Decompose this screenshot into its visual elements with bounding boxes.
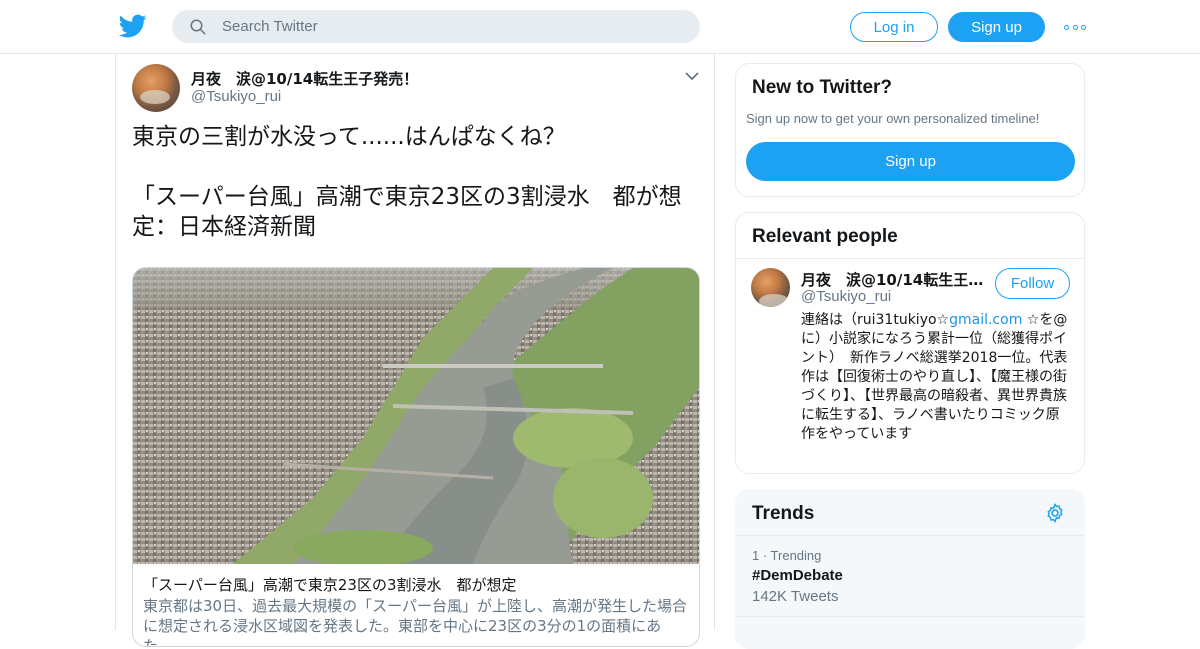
module-title: Trends bbox=[752, 503, 815, 524]
person-handle[interactable]: @Tsukiyo_rui bbox=[801, 288, 891, 305]
aerial-river-image bbox=[133, 268, 699, 564]
more-dots-icon[interactable] bbox=[1064, 18, 1086, 36]
tweet-author-name[interactable]: 月夜 涙@10/14転生王子発売！ bbox=[191, 68, 418, 89]
follow-button[interactable]: Follow bbox=[995, 268, 1070, 299]
signup-button[interactable]: Sign up bbox=[948, 12, 1045, 42]
bio-text: 連絡は（rui31tukiyo☆ bbox=[801, 312, 950, 328]
module-title: Relevant people bbox=[752, 226, 898, 247]
new-to-twitter-module: New to Twitter? Sign up now to get your … bbox=[735, 63, 1085, 197]
tweet-text-line: 「スーパー台風」高潮で東京23区の3割浸水 都が想定：日本経済新聞 bbox=[132, 184, 682, 240]
search-icon bbox=[190, 19, 206, 34]
person-name[interactable]: 月夜 涙@10/14転生王子発売！ bbox=[801, 269, 991, 290]
trends-module: Trends 1 · Trending #DemDebate 142K Twee… bbox=[735, 489, 1085, 649]
card-description: 東京都は30日、過去最大規模の「スーパー台風」が上陸し、高潮が発生した場合に想定… bbox=[143, 597, 687, 647]
trend-meta: 1 · Trending bbox=[752, 548, 822, 563]
divider bbox=[736, 616, 1084, 617]
search-bar[interactable] bbox=[172, 10, 700, 43]
module-subtitle: Sign up now to get your own personalized… bbox=[746, 111, 1040, 126]
login-button[interactable]: Log in bbox=[850, 12, 938, 42]
signup-button-large[interactable]: Sign up bbox=[746, 142, 1075, 181]
bio-link[interactable]: gmail.com bbox=[949, 312, 1022, 328]
card-image[interactable] bbox=[133, 268, 699, 564]
tweet-column: 月夜 涙@10/14転生王子発売！ @Tsukiyo_rui 東京の三割が水没っ… bbox=[115, 54, 715, 647]
top-navigation-bar: Log in Sign up bbox=[0, 0, 1200, 54]
module-title: New to Twitter? bbox=[752, 77, 893, 98]
gear-icon[interactable] bbox=[1044, 502, 1066, 524]
twitter-bird-icon[interactable] bbox=[119, 12, 147, 40]
divider bbox=[736, 258, 1084, 259]
chevron-down-icon[interactable] bbox=[684, 70, 700, 82]
trend-name[interactable]: #DemDebate bbox=[752, 567, 843, 584]
search-input[interactable] bbox=[222, 18, 682, 35]
avatar[interactable] bbox=[751, 268, 790, 307]
bio-text: ☆を@に）小説家になろう累計一位（総獲得ポイント） 新作ラノベ総選挙2018一位… bbox=[801, 312, 1068, 442]
tweet-text: 東京の三割が水没って......はんぱなくね？ 「スーパー台風」高潮で東京23区… bbox=[132, 122, 700, 242]
tweet-author-handle[interactable]: @Tsukiyo_rui bbox=[191, 88, 281, 105]
link-card[interactable]: 「スーパー台風」高潮で東京23区の3割浸水 都が想定 東京都は30日、過去最大規… bbox=[132, 267, 700, 647]
person-bio: 連絡は（rui31tukiyo☆gmail.com ☆を@に）小説家になろう累計… bbox=[801, 311, 1071, 444]
relevant-people-module: Relevant people 月夜 涙@10/14転生王子発売！ @Tsuki… bbox=[735, 212, 1085, 474]
tweet-text-line: 東京の三割が水没って......はんぱなくね？ bbox=[132, 124, 566, 150]
avatar[interactable] bbox=[132, 64, 180, 112]
divider bbox=[736, 535, 1084, 536]
trend-count: 142K Tweets bbox=[752, 588, 839, 605]
card-title[interactable]: 「スーパー台風」高潮で東京23区の3割浸水 都が想定 bbox=[143, 574, 516, 595]
